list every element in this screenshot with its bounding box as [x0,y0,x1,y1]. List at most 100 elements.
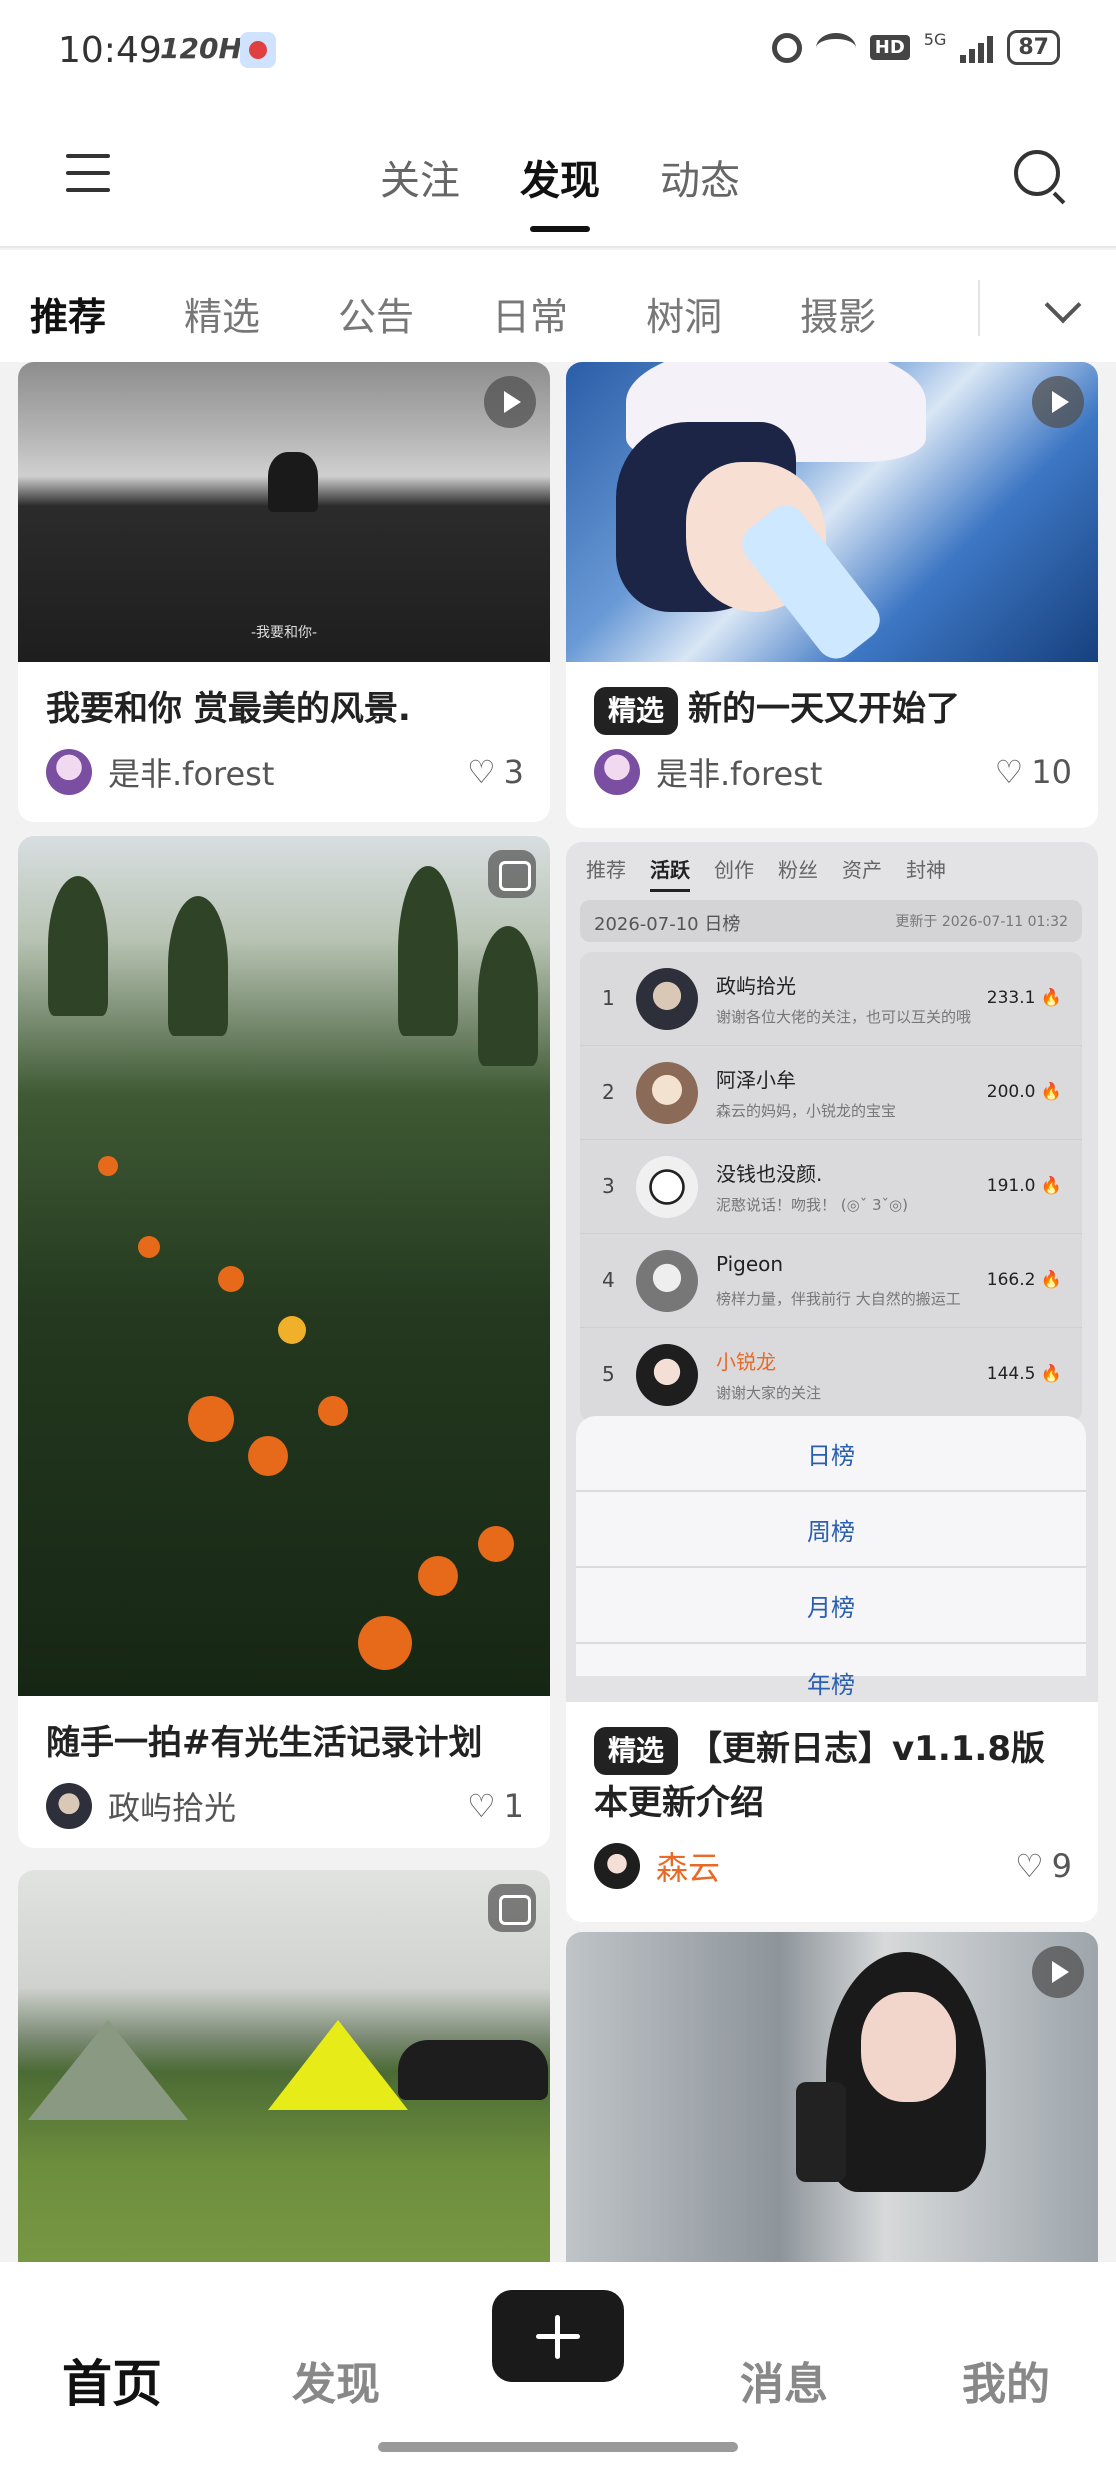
post-card[interactable]: -我要和你- 我要和你 赏最美的风景. 是非.forest ♡ 3 [18,362,550,822]
rank-number: 2 [602,1080,615,1104]
category-tabs: 推荐 精选 公告 日常 树洞 摄影 [30,286,980,341]
avatar[interactable] [594,1843,640,1889]
like-button[interactable]: ♡ 9 [1015,1847,1072,1885]
top-tabs: 关注 发现 动态 [380,148,740,232]
post-title: 随手一拍#有光生活记录计划 [46,1723,483,1763]
post-card[interactable]: 随手一拍#有光生活记录计划 政屿拾光 ♡ 1 [18,836,550,1848]
network-type: 5G [923,30,947,49]
heart-icon: ♡ [1014,1847,1044,1885]
ranking-tab-active: 活跃 [650,854,690,892]
heart-icon: ♡ [994,753,1024,791]
avatar [636,968,698,1030]
rank-bio: 谢谢大家的关注 [716,1384,822,1402]
rank-bio: 泥憨说话！吻我！ (◎ˇ 3ˇ◎) [716,1196,908,1214]
alarm-icon [771,32,802,63]
image-icon [488,850,536,898]
rank-score: 200.0 🔥 [986,1082,1062,1102]
image-icon [488,1884,536,1932]
rank-name: 阿泽小牟 [716,1068,796,1092]
post-card[interactable]: 精选 新的一天又开始了 是非.forest ♡ 10 [566,362,1098,828]
hd-icon: HD [869,35,910,60]
category-divider [978,280,980,336]
category-recommended[interactable]: 推荐 [30,286,106,341]
tab-discover[interactable]: 发现 [520,148,600,232]
menu-icon[interactable] [66,154,110,194]
add-post-button[interactable] [492,2290,624,2382]
like-button[interactable]: ♡ 1 [467,1787,524,1825]
rank-name: Pigeon [716,1252,784,1276]
ranking-row: 4 Pigeon 榜样力量，伴我前行 大自然的搬运工 166.2 🔥 [580,1234,1082,1328]
rank-number: 5 [602,1362,615,1386]
ranking-tab: 粉丝 [778,858,818,882]
chevron-down-icon[interactable] [1044,286,1082,324]
post-image[interactable] [18,1870,550,2262]
author-name[interactable]: 是非.forest [656,749,995,795]
like-count: 9 [1051,1847,1072,1885]
sheet-option-weekly: 周榜 [576,1492,1086,1568]
nav-discover[interactable]: 发现 [292,2348,380,2412]
post-card[interactable]: 推荐 活跃 创作 粉丝 资产 封神 2026-07-10 日榜 更新于 2026… [566,842,1098,1922]
avatar [636,1250,698,1312]
nav-messages[interactable]: 消息 [740,2348,828,2412]
category-photography[interactable]: 摄影 [800,286,876,341]
home-indicator[interactable] [378,2442,738,2452]
rank-name: 小锐龙 [716,1350,776,1374]
ranking-tab: 创作 [714,858,754,882]
top-nav: 关注 发现 动态 [0,100,1116,248]
nav-profile[interactable]: 我的 [962,2348,1050,2412]
rank-name: 没钱也没颜. [716,1162,823,1186]
like-button[interactable]: ♡ 10 [995,753,1072,791]
ranking-row: 2 阿泽小牟 森云的妈妈，小锐龙的宝宝 200.0 🔥 [580,1046,1082,1140]
rank-score: 144.5 🔥 [986,1364,1062,1384]
tab-activity[interactable]: 动态 [660,148,740,206]
video-play-icon [1032,376,1084,428]
rank-bio: 榜样力量，伴我前行 大自然的搬运工 [716,1290,961,1308]
like-count: 1 [503,1787,524,1825]
post-image[interactable]: -我要和你- [18,362,550,662]
post-card[interactable] [566,1932,1098,2262]
like-button[interactable]: ♡ 3 [467,753,524,791]
status-bar: 10:49 120Hz HD 5G 87 [0,0,1116,100]
status-time: 10:49 [58,30,162,71]
search-icon[interactable] [1014,150,1060,196]
author-name[interactable]: 政屿拾光 [108,1783,467,1829]
tab-following[interactable]: 关注 [380,148,460,206]
category-announcement[interactable]: 公告 [338,286,414,341]
avatar[interactable] [594,749,640,795]
post-image[interactable] [18,836,550,1696]
avatar [636,1156,698,1218]
post-card[interactable] [18,1870,550,2262]
post-image[interactable]: 推荐 活跃 创作 粉丝 资产 封神 2026-07-10 日榜 更新于 2026… [566,842,1098,1702]
featured-badge: 精选 [594,687,679,735]
post-image[interactable] [566,362,1098,662]
rank-name: 政屿拾光 [716,974,796,998]
video-play-icon [1032,1946,1084,1998]
author-name[interactable]: 是非.forest [108,749,467,795]
ranking-tab: 推荐 [586,858,626,882]
rank-bio: 谢谢各位大佬的关注，也可以互关的哦 [716,1008,972,1026]
app-notification-icon [240,32,276,68]
ranking-tabs: 推荐 活跃 创作 粉丝 资产 封神 [586,854,946,892]
ranking-list: 1 政屿拾光 谢谢各位大佬的关注，也可以互关的哦 233.1 🔥 2 阿泽小牟 … [580,952,1082,1422]
category-daily[interactable]: 日常 [492,286,568,341]
video-play-icon [484,376,536,428]
ranking-tab: 封神 [906,858,946,882]
author-name[interactable]: 森云 [656,1843,1015,1889]
ranking-tab: 资产 [842,858,882,882]
category-featured[interactable]: 精选 [184,286,260,341]
feed: -我要和你- 我要和你 赏最美的风景. 是非.forest ♡ 3 精选 新的一天又… [0,362,1116,2262]
post-image[interactable] [566,1932,1098,2262]
rank-score: 233.1 🔥 [986,988,1062,1008]
signal-icon [960,33,994,63]
wifi-icon [815,32,856,63]
sheet-option-yearly: 年榜 [807,1670,855,1699]
ranking-row: 1 政屿拾光 谢谢各位大佬的关注，也可以互关的哦 233.1 🔥 [580,952,1082,1046]
bottom-nav: 首页 发现 消息 我的 [0,2262,1116,2480]
category-tree-hole[interactable]: 树洞 [646,286,722,341]
ranking-row: 5 小锐龙 谢谢大家的关注 144.5 🔥 [580,1328,1082,1422]
nav-home[interactable]: 首页 [62,2344,162,2416]
avatar[interactable] [46,749,92,795]
avatar[interactable] [46,1783,92,1829]
ranking-updated: 更新于 2026-07-11 01:32 [895,914,1068,930]
rank-bio: 森云的妈妈，小锐龙的宝宝 [716,1102,897,1120]
